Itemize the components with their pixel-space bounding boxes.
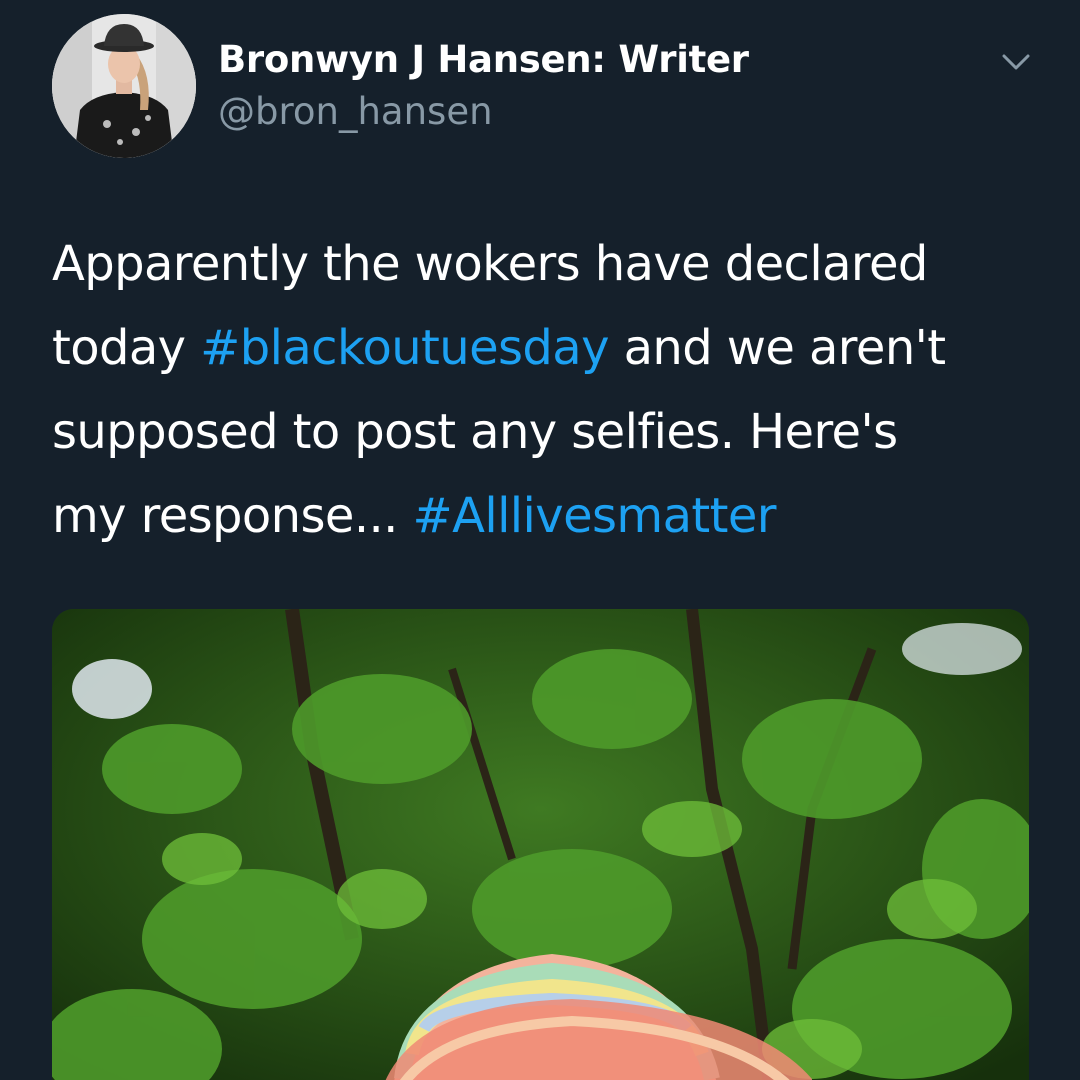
tweet-text-segment: supposed to post any selfies. Here's — [52, 404, 898, 460]
tweet-text-segment: today — [52, 320, 201, 376]
hashtag-link-alllivesmatter[interactable]: #Alllivesmatter — [412, 488, 776, 544]
tweet-text-line: supposed to post any selfies. Here's — [52, 390, 1042, 474]
author-avatar[interactable] — [52, 14, 196, 158]
tweet-media-photo[interactable] — [52, 609, 1029, 1080]
tweet-text-segment: and we aren't — [608, 320, 946, 376]
tweet-text-line: my response... #Alllivesmatter — [52, 474, 1042, 558]
tweet-text-line: Apparently the wokers have declared — [52, 222, 1042, 306]
tweet-text: Apparently the wokers have declared toda… — [52, 222, 1042, 558]
photo-trees-rainbow-crochet-hat-icon — [52, 609, 1029, 1080]
author-display-name[interactable]: Bronwyn J Hansen: Writer — [218, 38, 749, 81]
avatar-photo-icon — [52, 14, 196, 158]
tweet-text-segment: Apparently the wokers have declared — [52, 236, 928, 292]
tweet-options-button[interactable] — [996, 44, 1036, 80]
tweet-text-line: today #blackoutuesday and we aren't — [52, 306, 1042, 390]
hashtag-link-blackoutuesday[interactable]: #blackoutuesday — [200, 320, 609, 376]
tweet-text-segment: my response... — [52, 488, 413, 544]
author-handle[interactable]: @bron_hansen — [218, 90, 493, 133]
chevron-down-icon — [1002, 54, 1030, 70]
